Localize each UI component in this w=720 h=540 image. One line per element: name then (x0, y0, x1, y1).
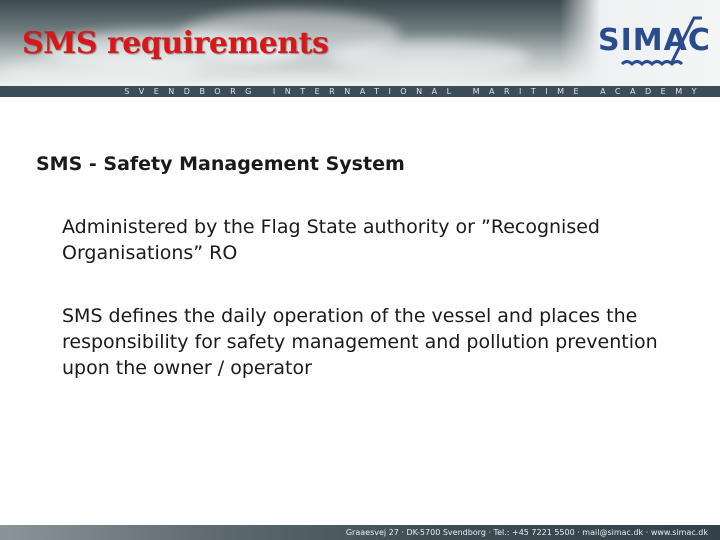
bullet-paragraph: SMS defines the daily operation of the v… (62, 305, 658, 379)
footer-bar: Graaesvej 27 · DK-5700 Svendborg · Tel.:… (0, 525, 720, 540)
header-banner: SMS requirements SIMAC (0, 0, 720, 86)
logo-text: SIMAC (598, 23, 711, 58)
wave-decoration (330, 40, 530, 76)
bullet-paragraph: Administered by the Flag State authority… (62, 216, 600, 264)
academy-tagline: SVENDBORG INTERNATIONAL MARITIME ACADEMY (124, 87, 706, 96)
tagline-bar: SVENDBORG INTERNATIONAL MARITIME ACADEMY (0, 86, 720, 97)
slide-content: SMS - Safety Management System Administe… (0, 97, 720, 525)
section-heading: SMS - Safety Management System (36, 153, 405, 175)
page-title: SMS requirements (22, 26, 329, 61)
footer-contact: Graaesvej 27 · DK-5700 Svendborg · Tel.:… (345, 528, 708, 537)
simac-logo: SIMAC (598, 14, 712, 72)
